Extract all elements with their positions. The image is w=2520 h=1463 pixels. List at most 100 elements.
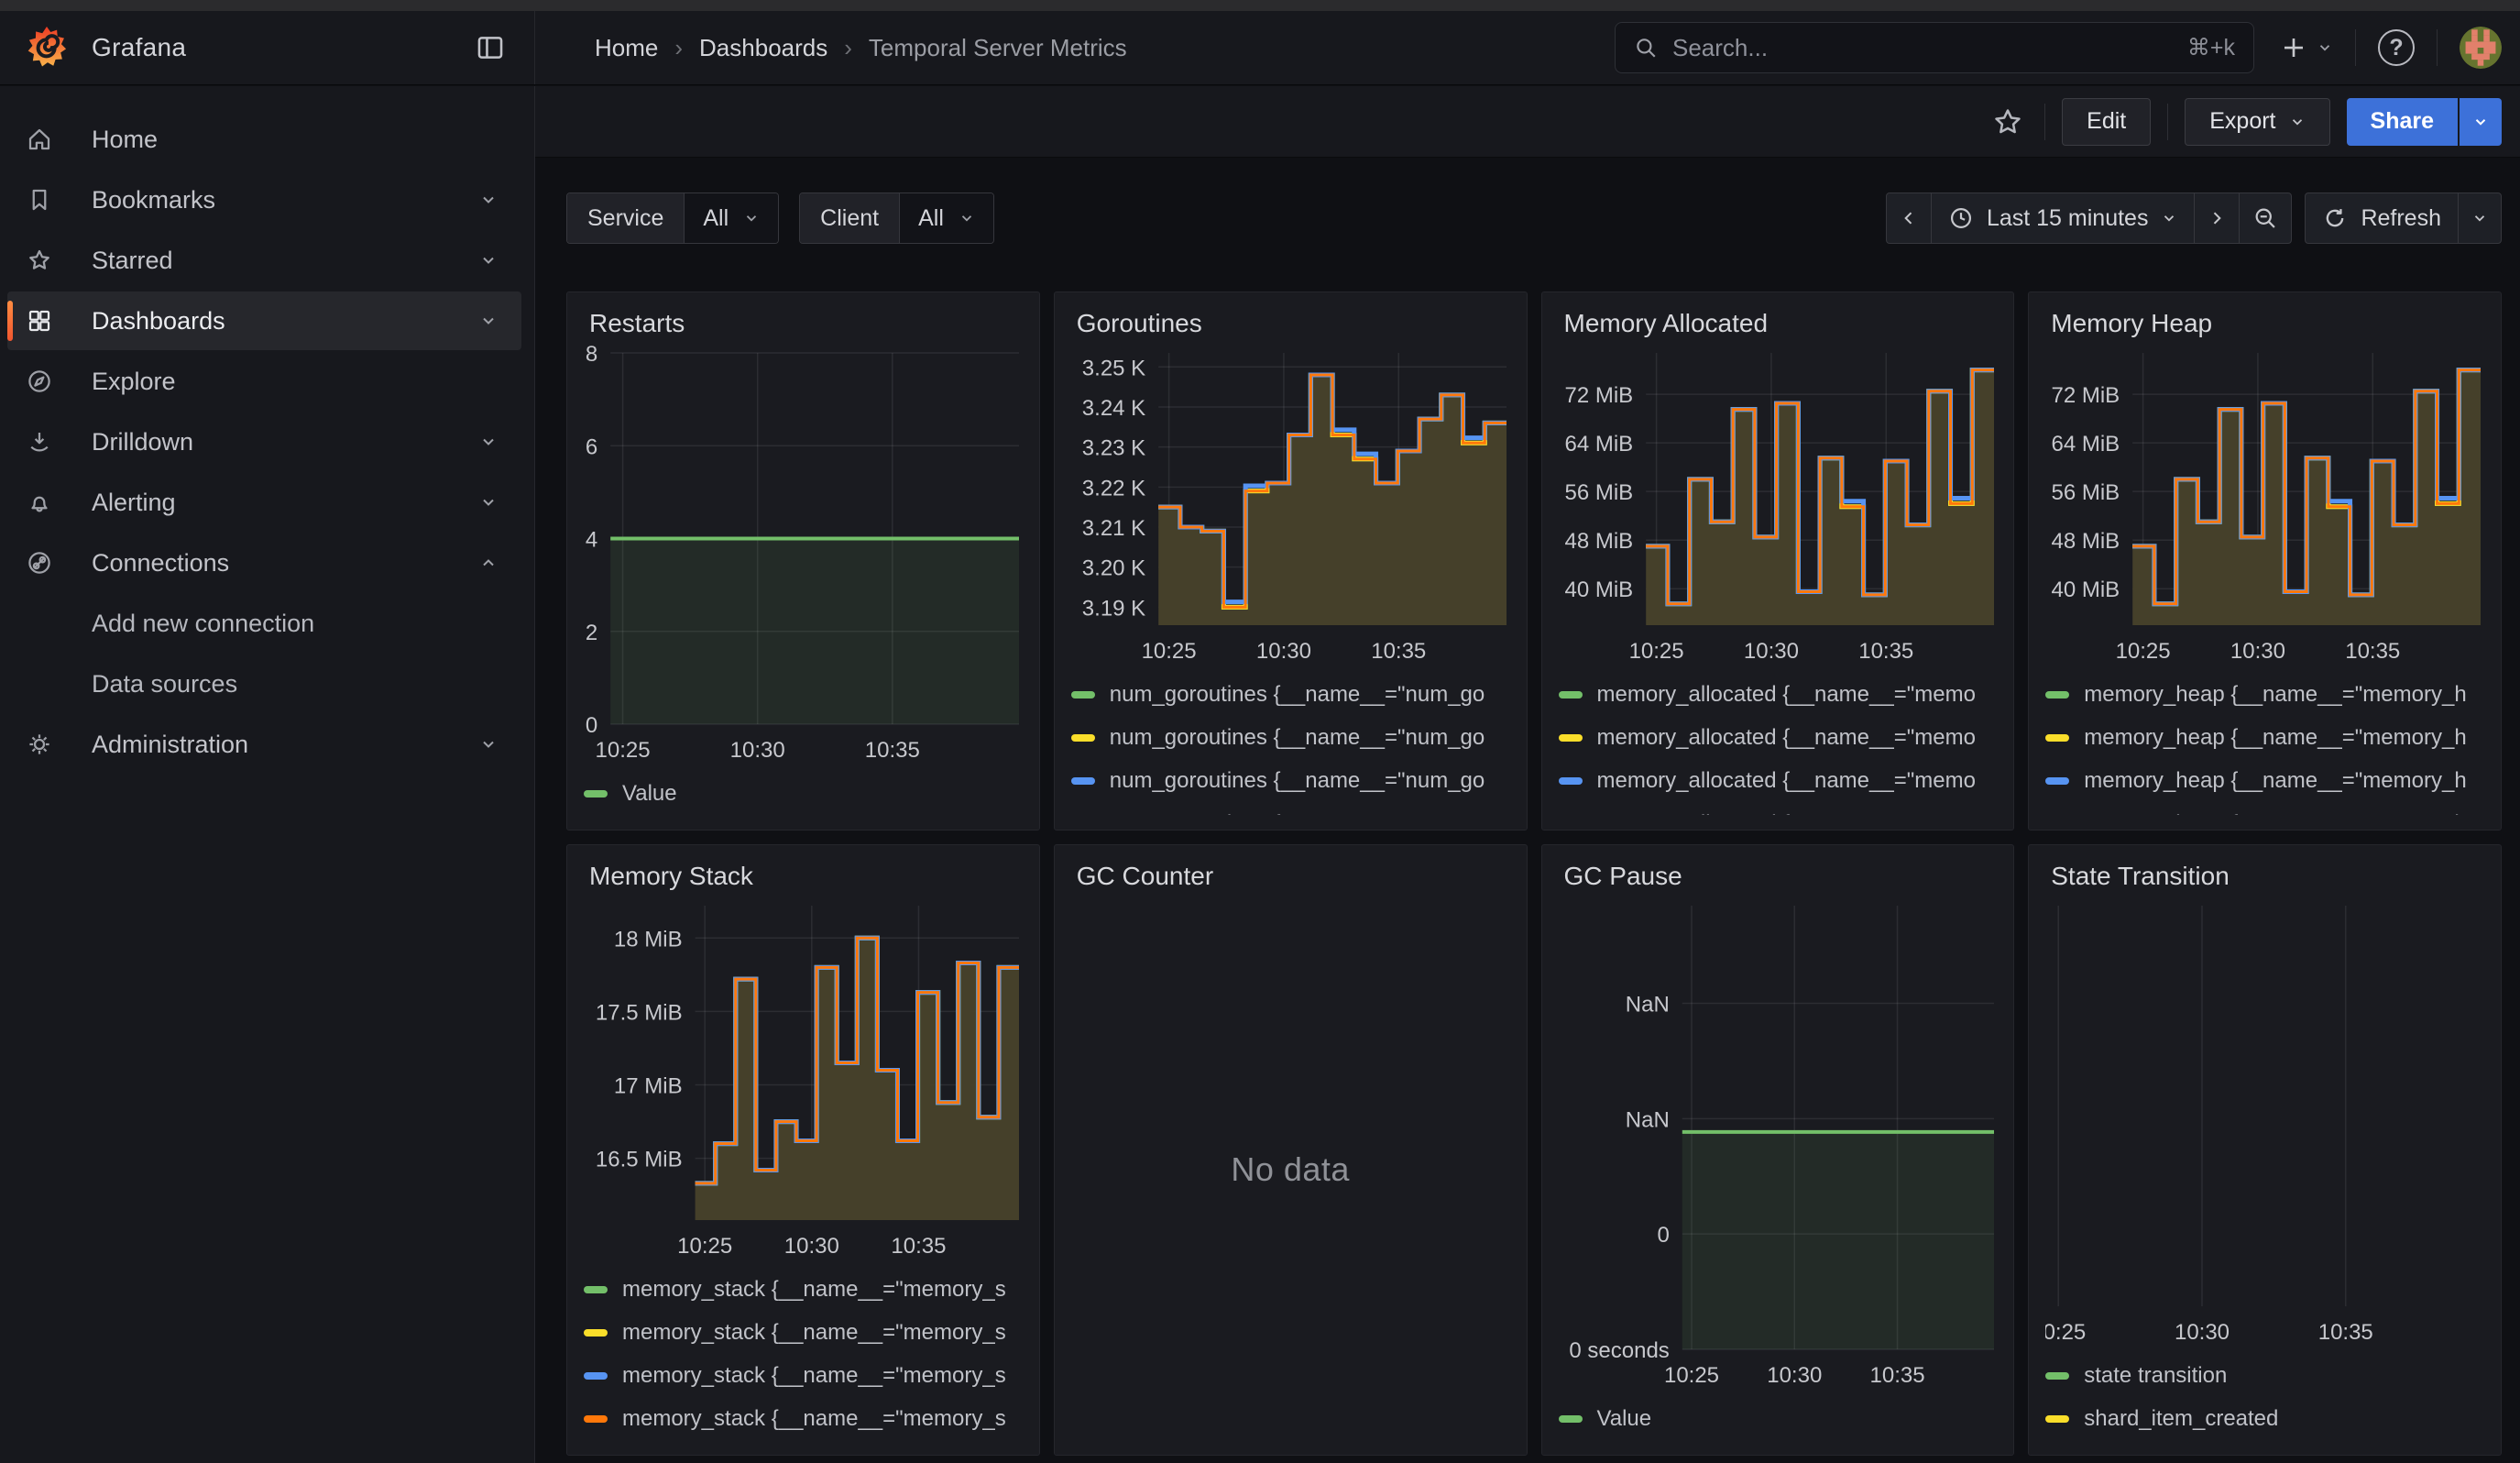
legend-item[interactable]: Value <box>1559 1397 1998 1440</box>
svg-text:10:25: 10:25 <box>2045 1320 2086 1345</box>
legend-item[interactable]: memory_allocated {__name__="memo <box>1559 673 1998 716</box>
sidebar-item-chevron[interactable] <box>479 251 498 270</box>
favorite-star-button[interactable] <box>1988 102 2028 142</box>
svg-text:10:35: 10:35 <box>1858 639 1913 664</box>
chart-restarts[interactable]: 0246810:2510:3010:35 <box>584 346 1023 768</box>
chevron-down-icon <box>2289 114 2306 130</box>
panel-title[interactable]: Goroutines <box>1077 309 1510 338</box>
sidebar-item-bookmarks[interactable]: Bookmarks <box>7 170 521 229</box>
svg-text:72 MiB: 72 MiB <box>1564 383 1633 408</box>
legend-item[interactable]: memory_heap {__name__="memory_h <box>2045 673 2484 716</box>
legend-item[interactable]: memory_allocated {__name__="memo <box>1559 716 1998 759</box>
sidebar-item-chevron[interactable] <box>479 191 498 209</box>
sidebar-item-dashboards[interactable]: Dashboards <box>7 292 521 350</box>
legend-item[interactable]: memory_stack {__name__="memory_s <box>584 1354 1023 1397</box>
top-navbar: Grafana Home › Dashboards › Temporal Ser… <box>0 11 2520 85</box>
dock-menu-icon[interactable] <box>470 28 510 68</box>
legend-item[interactable]: Value <box>584 772 1023 815</box>
sidebar-item-chevron[interactable] <box>479 554 498 572</box>
search-input-box[interactable]: ⌘+k <box>1615 22 2254 73</box>
edit-button[interactable]: Edit <box>2062 98 2151 146</box>
legend-item[interactable]: num_goroutines {__name__="num_go <box>1071 673 1510 716</box>
sidebar-item-data-sources[interactable]: Data sources <box>7 654 521 713</box>
legend-item[interactable]: state transition <box>2045 1354 2484 1397</box>
refresh-interval-button[interactable] <box>2458 193 2501 243</box>
chart-memory-allocated[interactable]: 40 MiB48 MiB56 MiB64 MiB72 MiB10:2510:30… <box>1559 346 1998 669</box>
legend-label: memory_allocated {__name__="memo <box>1597 682 1976 708</box>
panel-title[interactable]: State Transition <box>2051 862 2484 891</box>
legend-item[interactable]: memory_heap {__name__="memory_h <box>2045 802 2484 815</box>
legend-item[interactable]: memory_allocated {__name__="memo <box>1559 759 1998 802</box>
share-dropdown-button[interactable] <box>2460 98 2502 146</box>
sidebar-item-starred[interactable]: Starred <box>7 231 521 290</box>
time-range-picker[interactable]: Last 15 minutes <box>1931 193 2195 243</box>
legend-label: memory_heap {__name__="memory_h <box>2084 811 2466 816</box>
chart-goroutines[interactable]: 3.19 K3.20 K3.21 K3.22 K3.23 K3.24 K3.25… <box>1071 346 1510 669</box>
sidebar-item-connections[interactable]: Connections <box>7 534 521 592</box>
search-input[interactable] <box>1671 33 2175 63</box>
legend-item[interactable]: shard_item_created <box>2045 1397 2484 1440</box>
sidebar-item-chevron[interactable] <box>479 433 498 451</box>
legend-color-dot <box>1559 691 1583 698</box>
panel-title[interactable]: Memory Heap <box>2051 309 2484 338</box>
help-icon[interactable]: ? <box>2378 29 2415 66</box>
legend-label: memory_stack {__name__="memory_s <box>622 1277 1006 1303</box>
sidebar-item-alerting[interactable]: Alerting <box>7 473 521 532</box>
legend-item[interactable]: memory_heap {__name__="memory_h <box>2045 759 2484 802</box>
sidebar-item-administration[interactable]: Administration <box>7 715 521 774</box>
client-filter-value[interactable]: All <box>900 193 993 243</box>
legend-item[interactable]: num_goroutines {__name__="num_go <box>1071 759 1510 802</box>
sidebar-item-label: Starred <box>92 247 173 275</box>
svg-text:17.5 MiB: 17.5 MiB <box>596 1000 683 1025</box>
sidebar-item-chevron[interactable] <box>479 735 498 754</box>
chart-gc-pause[interactable]: 0 seconds0NaNNaN10:2510:3010:35 <box>1559 898 1998 1393</box>
legend-item[interactable]: num_goroutines {__name__="num_go <box>1071 802 1510 815</box>
sidebar-item-chevron[interactable] <box>479 493 498 512</box>
legend-item[interactable]: num_goroutines {__name__="num_go <box>1071 716 1510 759</box>
legend-item[interactable]: memory_stack {__name__="memory_s <box>584 1311 1023 1354</box>
chevron-down-icon <box>479 493 498 512</box>
legend-item[interactable]: memory_heap {__name__="memory_h <box>2045 716 2484 759</box>
add-new-button[interactable] <box>2280 34 2333 61</box>
svg-text:10:30: 10:30 <box>2230 639 2285 664</box>
service-filter-value[interactable]: All <box>685 193 778 243</box>
panel-title[interactable]: Memory Stack <box>589 862 1023 891</box>
panel-title[interactable]: GC Counter <box>1077 862 1510 891</box>
refresh-button[interactable]: Refresh <box>2306 193 2458 243</box>
panel-title[interactable]: GC Pause <box>1564 862 1998 891</box>
chart-state-transition[interactable]: 10:2510:3010:35 <box>2045 898 2484 1350</box>
sidebar-item-label: Data sources <box>92 670 237 698</box>
dashboards-icon <box>24 307 55 335</box>
share-button[interactable]: Share <box>2347 98 2458 146</box>
sidebar-item-home[interactable]: Home <box>7 110 521 169</box>
svg-text:10:35: 10:35 <box>1371 639 1426 664</box>
export-button[interactable]: Export <box>2185 98 2329 146</box>
svg-text:40 MiB: 40 MiB <box>1564 578 1633 602</box>
zoom-out-icon <box>2252 205 2278 231</box>
chart-memory-heap[interactable]: 40 MiB48 MiB56 MiB64 MiB72 MiB10:2510:30… <box>2045 346 2484 669</box>
chevron-down-icon <box>2317 39 2333 56</box>
svg-text:3.23 K: 3.23 K <box>1082 436 1145 461</box>
legend-item[interactable]: memory_allocated {__name__="memo <box>1559 802 1998 815</box>
administration-icon <box>24 731 55 758</box>
legend-item[interactable]: memory_stack {__name__="memory_s <box>584 1268 1023 1311</box>
zoom-out-button[interactable] <box>2239 193 2291 243</box>
chart-memory-stack[interactable]: 16.5 MiB17 MiB17.5 MiB18 MiB10:2510:3010… <box>584 898 1023 1264</box>
time-shift-back-button[interactable] <box>1887 193 1931 243</box>
panel-title[interactable]: Memory Allocated <box>1564 309 1998 338</box>
breadcrumb-dashboards[interactable]: Dashboards <box>699 34 827 62</box>
breadcrumb-home[interactable]: Home <box>595 34 658 62</box>
user-avatar[interactable] <box>2460 27 2502 69</box>
panel-legend: memory_stack {__name__="memory_smemory_s… <box>584 1268 1023 1440</box>
sidebar-item-add-new-connection[interactable]: Add new connection <box>7 594 521 653</box>
panel-title[interactable]: Restarts <box>589 309 1023 338</box>
legend-label: memory_heap {__name__="memory_h <box>2084 768 2466 794</box>
time-shift-forward-button[interactable] <box>2194 193 2239 243</box>
sidebar-item-drilldown[interactable]: Drilldown <box>7 412 521 471</box>
main-area: Edit Export Share Service <box>535 86 2520 1463</box>
sidebar-item-explore[interactable]: Explore <box>7 352 521 411</box>
legend-item[interactable]: memory_stack {__name__="memory_s <box>584 1397 1023 1440</box>
sidebar-item-chevron[interactable] <box>479 312 498 330</box>
search-icon <box>1634 36 1658 60</box>
alerting-icon <box>24 489 55 516</box>
